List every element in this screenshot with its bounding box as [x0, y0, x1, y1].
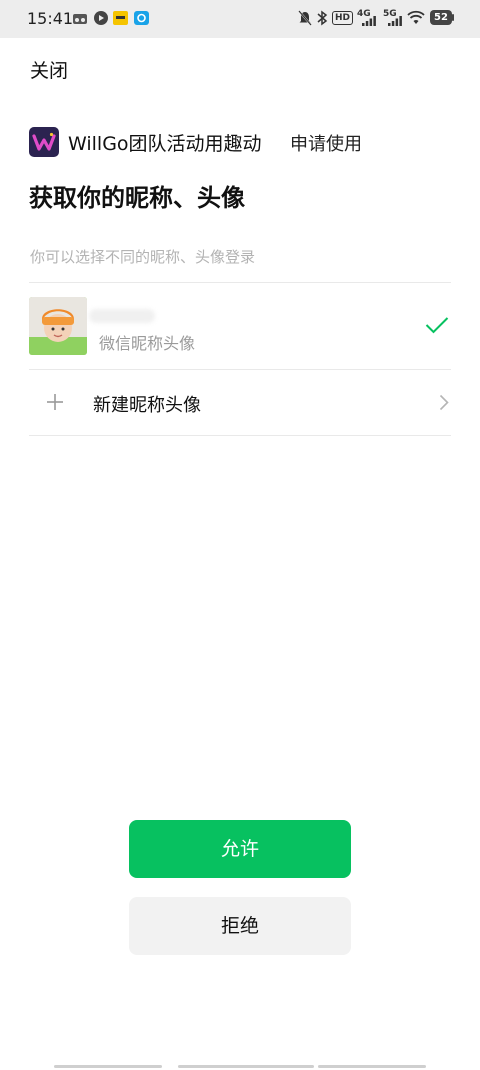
nav-gesture-bar-right[interactable]: [318, 1065, 426, 1068]
reject-button[interactable]: 拒绝: [129, 897, 351, 955]
apply-label: 申请使用: [290, 134, 362, 155]
wechat-profile-option[interactable]: 微信昵称头像: [29, 283, 451, 369]
avatar: [29, 297, 87, 355]
divider: [29, 435, 451, 436]
plus-icon: [47, 394, 63, 410]
signal-4g-icon: [362, 16, 376, 26]
signal-5g-icon: [388, 16, 402, 26]
willgo-logo-icon: [29, 127, 59, 157]
app-badge-icon: [113, 11, 128, 25]
profile-sub-label: 微信昵称头像: [99, 334, 196, 353]
page-title: 获取你的昵称、头像: [29, 184, 245, 212]
page-hint: 你可以选择不同的昵称、头像登录: [30, 248, 256, 266]
play-icon: [94, 11, 108, 25]
allow-button[interactable]: 允许: [129, 820, 351, 878]
nav-gesture-bar-left[interactable]: [54, 1065, 162, 1068]
cloud-icon: [73, 14, 87, 24]
hd-indicator: HD: [332, 11, 354, 25]
app-name: WillGo团队活动用趣动: [68, 133, 262, 155]
browser-icon: [134, 11, 149, 25]
wifi-icon: [407, 10, 425, 24]
chevron-right-icon: [439, 394, 449, 411]
nickname-redacted: [89, 309, 155, 323]
mute-bell-icon: [298, 10, 312, 26]
battery-icon: 52: [430, 10, 452, 25]
close-button[interactable]: 关闭: [30, 56, 68, 83]
checkmark-icon: [425, 317, 449, 334]
new-profile-label: 新建昵称头像: [93, 395, 201, 416]
bluetooth-icon: [317, 10, 328, 26]
nav-gesture-bar-center[interactable]: [178, 1065, 314, 1068]
battery-tip: [452, 14, 454, 21]
status-time: 15:41: [27, 9, 74, 28]
status-bar: 15:41 HD 4G 5G 52: [0, 0, 480, 38]
new-profile-option[interactable]: 新建昵称头像: [29, 370, 451, 435]
battery-level: 52: [434, 12, 448, 23]
